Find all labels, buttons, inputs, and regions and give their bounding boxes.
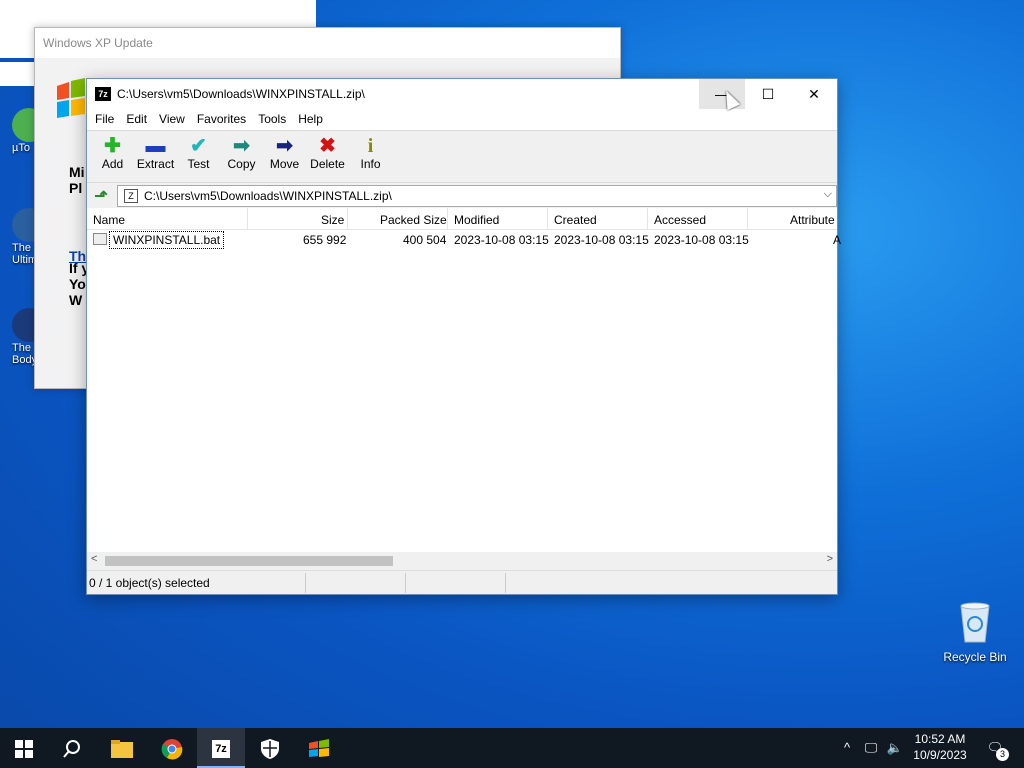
delete-button[interactable]: ✖ Delete	[306, 131, 349, 182]
file-created: 2023-10-08 03:15	[554, 233, 649, 247]
security-icon	[261, 739, 279, 760]
info-icon: i	[367, 135, 374, 157]
status-text: 0 / 1 object(s) selected	[89, 576, 210, 590]
toolbar-label: Add	[101, 157, 124, 171]
show-hidden-icons-chevron-up-icon[interactable]: ^	[838, 728, 856, 768]
menu-edit[interactable]: Edit	[120, 109, 153, 130]
toolbar-label: Copy	[227, 157, 256, 171]
toolbar-label: Delete	[310, 157, 345, 171]
status-bar: 0 / 1 object(s) selected	[87, 570, 837, 594]
add-icon: ✚	[104, 135, 121, 157]
menu-favorites[interactable]: Favorites	[191, 109, 252, 130]
file-explorer-button[interactable]	[98, 728, 146, 768]
batch-file-icon	[93, 233, 107, 245]
table-row[interactable]: WINXPINSTALL.bat 655 992 400 504 2023-10…	[87, 230, 841, 250]
close-button[interactable]: ✕	[791, 79, 837, 109]
security-button[interactable]	[246, 728, 294, 768]
xp-text-line: Mi	[69, 164, 85, 180]
file-explorer-icon	[111, 740, 133, 759]
extract-icon: ▬	[145, 135, 166, 157]
time-text: 10:52 AM	[914, 732, 966, 746]
menu-bar: File Edit View Favorites Tools Help	[87, 109, 837, 130]
menu-view[interactable]: View	[153, 109, 191, 130]
file-accessed: 2023-10-08 03:15	[654, 233, 749, 247]
address-text: C:\Users\vm5\Downloads\WINXPINSTALL.zip\	[144, 189, 392, 203]
horizontal-scrollbar[interactable]: < >	[87, 552, 837, 570]
windows-xp-icon	[309, 739, 329, 758]
scroll-left-icon[interactable]: <	[91, 553, 97, 565]
menu-help[interactable]: Help	[292, 109, 329, 130]
folder-up-icon[interactable]: ⬏	[91, 186, 111, 206]
delete-icon: ✖	[319, 135, 336, 157]
scrollbar-thumb[interactable]	[105, 556, 393, 566]
date-text: 10/9/2023	[913, 748, 967, 762]
windows-xp-logo-icon	[53, 78, 89, 122]
list-header: Name Size Packed Size Modified Created A…	[87, 208, 837, 230]
column-name[interactable]: Name	[93, 213, 125, 227]
column-packed-size[interactable]: Packed Size	[380, 213, 447, 227]
7zip-app-icon: 7z	[95, 87, 111, 101]
test-button[interactable]: ✔ Test	[177, 131, 220, 182]
copy-button[interactable]: ➡ Copy	[220, 131, 263, 182]
windows-xp-taskbar-button[interactable]	[295, 728, 343, 768]
menu-tools[interactable]: Tools	[252, 109, 292, 130]
zip-archive-icon: Z	[124, 189, 138, 203]
notifications-button[interactable]: 🗨 3	[980, 728, 1010, 768]
toolbar-label: Test	[187, 157, 210, 171]
move-icon: ➡	[276, 135, 293, 157]
chevron-down-icon[interactable]: ⌵	[824, 188, 832, 201]
toolbar-label: Move	[269, 157, 300, 171]
xp-text-line: W	[69, 292, 83, 308]
network-icon[interactable]: 🖵	[860, 728, 882, 768]
taskbar: 7z ^ 🖵 🔈 10:52 AM 10/9/2023 🗨 3	[0, 728, 1024, 768]
extract-button[interactable]: ▬ Extract	[134, 131, 177, 182]
address-field[interactable]: Z C:\Users\vm5\Downloads\WINXPINSTALL.zi…	[117, 185, 837, 207]
xp-text-line: Yo	[69, 276, 86, 292]
test-icon: ✔	[190, 135, 207, 157]
start-icon	[15, 740, 33, 759]
scroll-right-icon[interactable]: >	[827, 553, 833, 565]
menu-file[interactable]: File	[89, 109, 120, 130]
maximize-button[interactable]: ☐	[745, 79, 791, 109]
start-button[interactable]	[0, 728, 48, 768]
volume-muted-icon[interactable]: 🔈	[884, 728, 906, 768]
clock[interactable]: 10:52 AM 10/9/2023	[906, 731, 974, 763]
file-modified: 2023-10-08 03:15	[454, 233, 549, 247]
window-title: Windows XP Update	[43, 36, 153, 50]
chrome-icon	[161, 739, 183, 760]
recycle-bin-label: Recycle Bin	[943, 650, 1007, 664]
address-bar: ⬏ Z C:\Users\vm5\Downloads\WINXPINSTALL.…	[87, 182, 837, 208]
window-title: C:\Users\vm5\Downloads\WINXPINSTALL.zip\	[117, 87, 365, 101]
column-size[interactable]: Size	[321, 213, 344, 227]
7zip-taskbar-button[interactable]: 7z	[197, 728, 245, 768]
file-packed-size: 400 504	[403, 233, 447, 247]
file-name: WINXPINSTALL.bat	[109, 231, 225, 249]
add-button[interactable]: ✚ Add	[91, 131, 134, 182]
notification-badge: 3	[996, 748, 1009, 761]
column-modified[interactable]: Modified	[454, 213, 499, 227]
7zip-window[interactable]: 7z C:\Users\vm5\Downloads\WINXPINSTALL.z…	[86, 78, 841, 595]
column-attributes[interactable]: Attribute	[790, 213, 835, 227]
chrome-button[interactable]	[148, 728, 196, 768]
move-button[interactable]: ➡ Move	[263, 131, 306, 182]
copy-icon: ➡	[233, 135, 250, 157]
column-created[interactable]: Created	[554, 213, 597, 227]
info-button[interactable]: i Info	[349, 131, 392, 182]
file-size: 655 992	[303, 233, 347, 247]
toolbar-label: Info	[360, 157, 381, 171]
7zip-icon: 7z	[212, 740, 230, 759]
column-accessed[interactable]: Accessed	[654, 213, 706, 227]
search-icon	[63, 740, 80, 758]
recycle-bin-icon	[957, 600, 993, 644]
desktop-icon-recycle-bin[interactable]: Recycle Bin	[940, 600, 1010, 664]
toolbar-label: Extract	[136, 157, 175, 171]
file-attributes: A	[833, 233, 842, 247]
xp-text-line: Pl	[69, 180, 83, 196]
toolbar: ✚ Add ▬ Extract ✔ Test ➡ Copy ➡ Move ✖ D…	[87, 130, 837, 182]
search-button[interactable]	[48, 728, 96, 768]
